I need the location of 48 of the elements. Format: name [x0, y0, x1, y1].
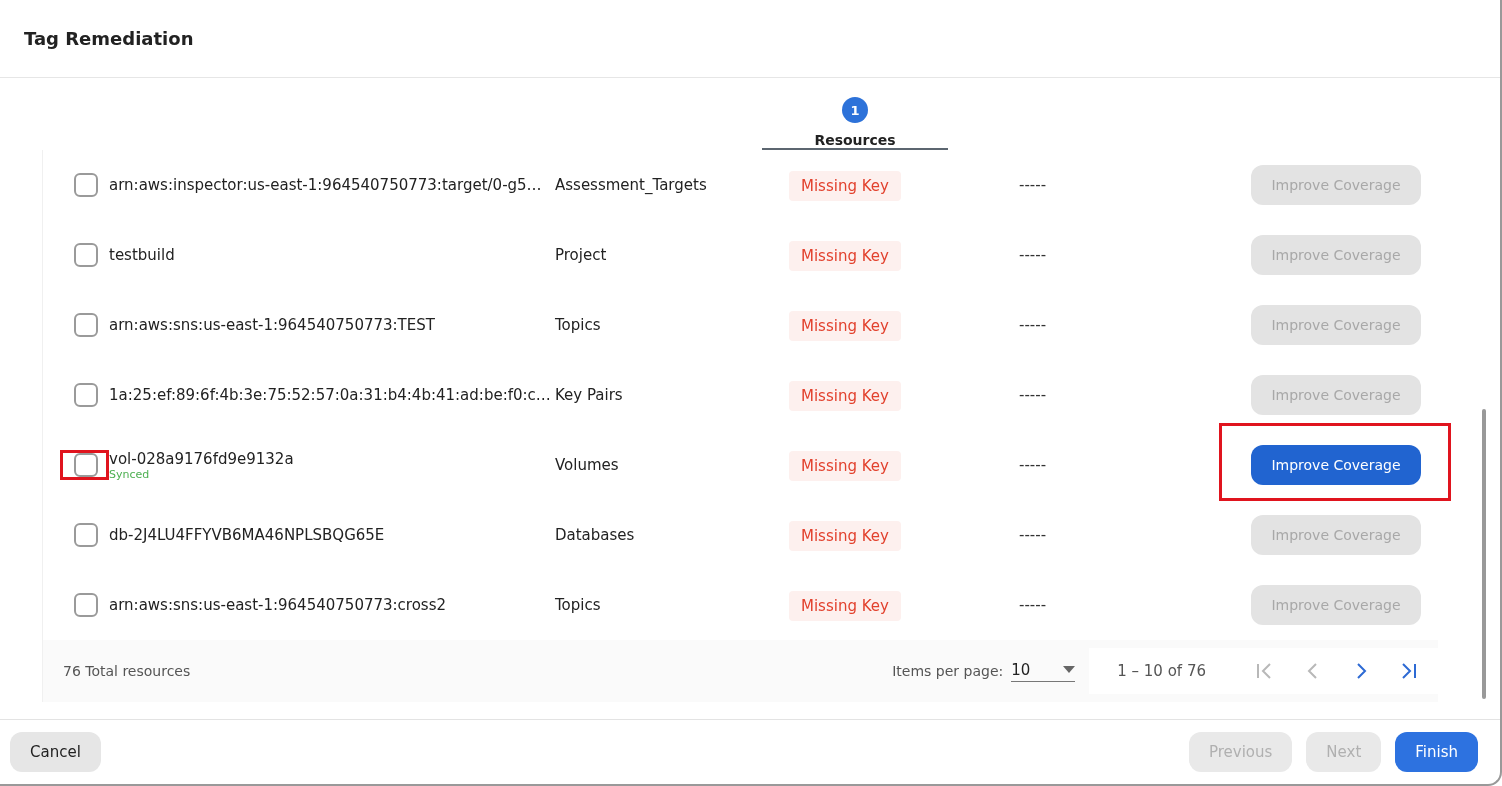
- status-badge: Missing Key: [789, 380, 901, 411]
- checkbox[interactable]: [74, 593, 98, 617]
- resource-name: arn:aws:inspector:us-east-1:964540750773:target/0-g5…: [109, 176, 543, 194]
- resource-name: testbuild: [109, 246, 176, 264]
- resource-type: Assessment_Targets: [555, 176, 707, 194]
- status-badge: Missing Key: [789, 310, 901, 341]
- status-badge: Missing Key: [789, 450, 901, 481]
- checkbox[interactable]: [74, 383, 98, 407]
- checkbox[interactable]: [74, 243, 98, 267]
- primary-button[interactable]: Finish: [1395, 732, 1478, 772]
- items-per-page-label: Items per page:: [892, 663, 1004, 679]
- checkbox[interactable]: [74, 313, 98, 337]
- page-range: 1 – 10 of 76: [1117, 662, 1206, 680]
- secondary-button[interactable]: Cancel: [10, 732, 101, 772]
- table-cell: -----: [1019, 456, 1047, 474]
- table-cell: -----: [1019, 386, 1047, 404]
- table-cell: -----: [1019, 316, 1047, 334]
- resource-type: Topics: [555, 596, 601, 614]
- scrollbar-thumb[interactable]: [1482, 409, 1486, 699]
- checkbox[interactable]: [74, 523, 98, 547]
- status-badge: Missing Key: [789, 520, 901, 551]
- dialog-title: Tag Remediation: [24, 28, 194, 49]
- table-cell: -----: [1019, 596, 1047, 614]
- sync-status: Synced: [109, 467, 151, 481]
- caret-icon: [1063, 666, 1076, 673]
- table-cell: -----: [1019, 526, 1047, 544]
- improve-coverage-button[interactable]: Improve Coverage: [1251, 445, 1421, 485]
- step-number: 1: [842, 97, 868, 123]
- items-per-page-select[interactable]: 10: [1011, 660, 1076, 682]
- resource-name: arn:aws:sns:us-east-1:964540750773:cross2: [109, 596, 448, 614]
- status-badge: Missing Key: [789, 170, 901, 201]
- resource-name: db-2J4LU4FFYVB6MA46NPLSBQG65E: [109, 526, 386, 544]
- resource-type: Databases: [555, 526, 635, 544]
- resource-name: vol-028a9176fd9e9132a: [109, 449, 295, 468]
- status-badge: Missing Key: [789, 590, 901, 621]
- table-cell: -----: [1019, 246, 1047, 264]
- status-badge: Missing Key: [789, 240, 901, 271]
- step-tab[interactable]: 1 Resources: [762, 78, 948, 150]
- resource-type: Topics: [555, 316, 601, 334]
- resource-type: Project: [555, 246, 607, 264]
- resource-type: Key Pairs: [555, 386, 623, 404]
- checkbox[interactable]: [74, 173, 98, 197]
- resource-name: arn:aws:sns:us-east-1:964540750773:TEST: [109, 316, 436, 334]
- total-count: 76 Total resources: [63, 663, 192, 679]
- checkbox[interactable]: [74, 453, 98, 477]
- table-cell: -----: [1019, 176, 1047, 194]
- resource-name: 1a:25:ef:89:6f:4b:3e:75:52:57:0a:31:b4:4b:41:ad:be:f0:c…: [109, 386, 552, 404]
- resource-type: Volumes: [555, 456, 619, 474]
